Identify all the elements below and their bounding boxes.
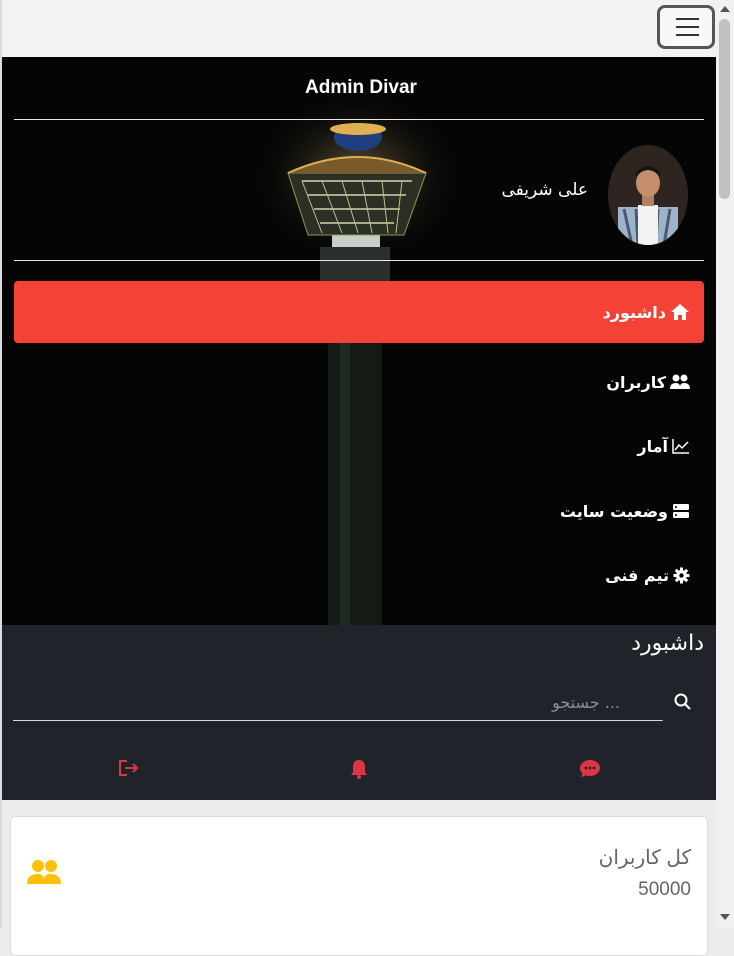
- brand-title[interactable]: Admin Divar: [2, 77, 716, 99]
- gear-icon: [673, 567, 690, 584]
- divider: [14, 260, 704, 261]
- brand-text: Admin Divar: [305, 77, 417, 98]
- logout-icon[interactable]: [118, 759, 140, 781]
- bell-icon[interactable]: [350, 759, 368, 783]
- search-icon[interactable]: [674, 693, 692, 715]
- sidebar-item-label: آمار: [637, 436, 668, 456]
- hamburger-icon-bar: [676, 34, 699, 36]
- hamburger-icon-bar: [676, 26, 699, 28]
- sidebar-item-label: داشبورد: [602, 302, 666, 322]
- scroll-down-arrow[interactable]: [720, 914, 730, 920]
- sidebar-item-users[interactable]: کاربران: [14, 351, 704, 413]
- divider: [14, 119, 704, 120]
- chart-line-icon: [672, 438, 690, 454]
- user-name: علی شریفی: [501, 180, 588, 200]
- hamburger-icon: [676, 18, 699, 20]
- server-icon: [672, 503, 690, 519]
- scrollbar[interactable]: [716, 0, 734, 928]
- sidebar-item-label: تیم فنی: [605, 565, 669, 585]
- search-input-underline: [13, 720, 663, 721]
- navbar-toggler-button[interactable]: [657, 5, 715, 49]
- stat-card-title: کل کاربران: [598, 847, 691, 869]
- home-icon: [670, 303, 690, 321]
- sidebar-item-label: وضعیت سایت: [559, 501, 668, 521]
- avatar: [608, 145, 688, 245]
- sidebar: Admin Divar علی شریفی داشبورد کاربران آم…: [2, 57, 716, 625]
- sidebar-item-site-status[interactable]: وضعیت سایت: [14, 480, 704, 542]
- page-title: داشبورد: [631, 631, 704, 656]
- stat-card-total-users: کل کاربران 50000: [10, 816, 708, 956]
- top-navbar: [0, 0, 716, 57]
- scroll-up-arrow[interactable]: [720, 6, 730, 12]
- sidebar-item-stats[interactable]: آمار: [14, 415, 704, 477]
- stat-card-value: 50000: [638, 879, 691, 900]
- sidebar-item-label: کاربران: [606, 372, 666, 392]
- header-panel: داشبورد جستجو ...: [2, 625, 716, 800]
- sidebar-item-tech-team[interactable]: تیم فنی: [14, 544, 704, 606]
- scroll-thumb[interactable]: [719, 19, 730, 199]
- users-icon: [27, 859, 61, 889]
- sidebar-item-dashboard[interactable]: داشبورد: [14, 281, 704, 343]
- chat-icon[interactable]: [579, 759, 601, 783]
- search-input[interactable]: جستجو ...: [552, 693, 620, 712]
- users-icon: [670, 374, 690, 390]
